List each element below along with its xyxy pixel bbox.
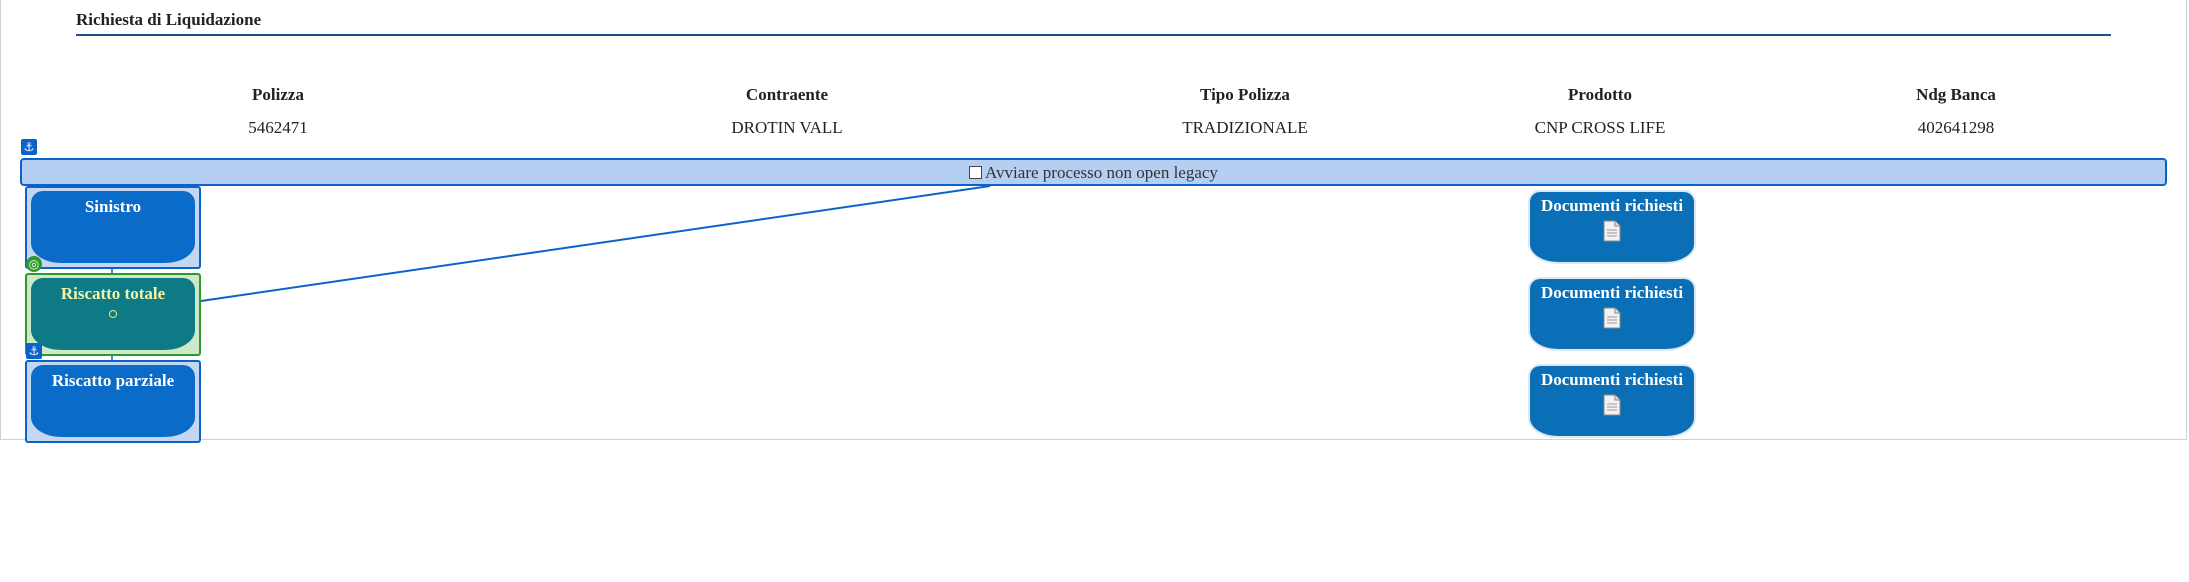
- anchor-icon[interactable]: ⚓: [26, 343, 42, 359]
- node-label: Riscatto parziale: [51, 371, 175, 390]
- documents-label: Documenti richiesti: [1540, 196, 1684, 215]
- documents-label: Documenti richiesti: [1540, 370, 1684, 389]
- legacy-process-label: Avviare processo non open legacy: [985, 163, 1218, 182]
- documents-required-3[interactable]: Documenti richiesti: [1528, 364, 1696, 438]
- document-icon: [1603, 220, 1621, 242]
- target-icon[interactable]: ◎: [26, 256, 42, 272]
- node-sinistro[interactable]: Sinistro: [25, 186, 201, 269]
- node-riscatto-totale[interactable]: Riscatto totale: [25, 273, 201, 356]
- legacy-process-checkbox[interactable]: [969, 165, 983, 179]
- document-icon: [1603, 394, 1621, 416]
- node-label: Sinistro: [84, 197, 142, 216]
- documents-required-2[interactable]: Documenti richiesti: [1528, 277, 1696, 351]
- documents-required-1[interactable]: Documenti richiesti: [1528, 190, 1696, 264]
- documents-label: Documenti richiesti: [1540, 283, 1684, 302]
- node-body[interactable]: Riscatto parziale: [31, 365, 195, 437]
- anchor-icon[interactable]: ⚓: [21, 139, 37, 155]
- node-label: Riscatto totale: [60, 284, 166, 303]
- status-dot-icon: [109, 310, 117, 318]
- legacy-process-bar[interactable]: Avviare processo non open legacy: [20, 158, 2167, 186]
- node-body[interactable]: Riscatto totale: [31, 278, 195, 350]
- connector-lines: [111, 185, 991, 364]
- connector-legacy-totale: [200, 185, 991, 302]
- node-riscatto-parziale[interactable]: Riscatto parziale: [25, 360, 201, 443]
- node-body[interactable]: Sinistro: [31, 191, 195, 263]
- document-icon: [1603, 307, 1621, 329]
